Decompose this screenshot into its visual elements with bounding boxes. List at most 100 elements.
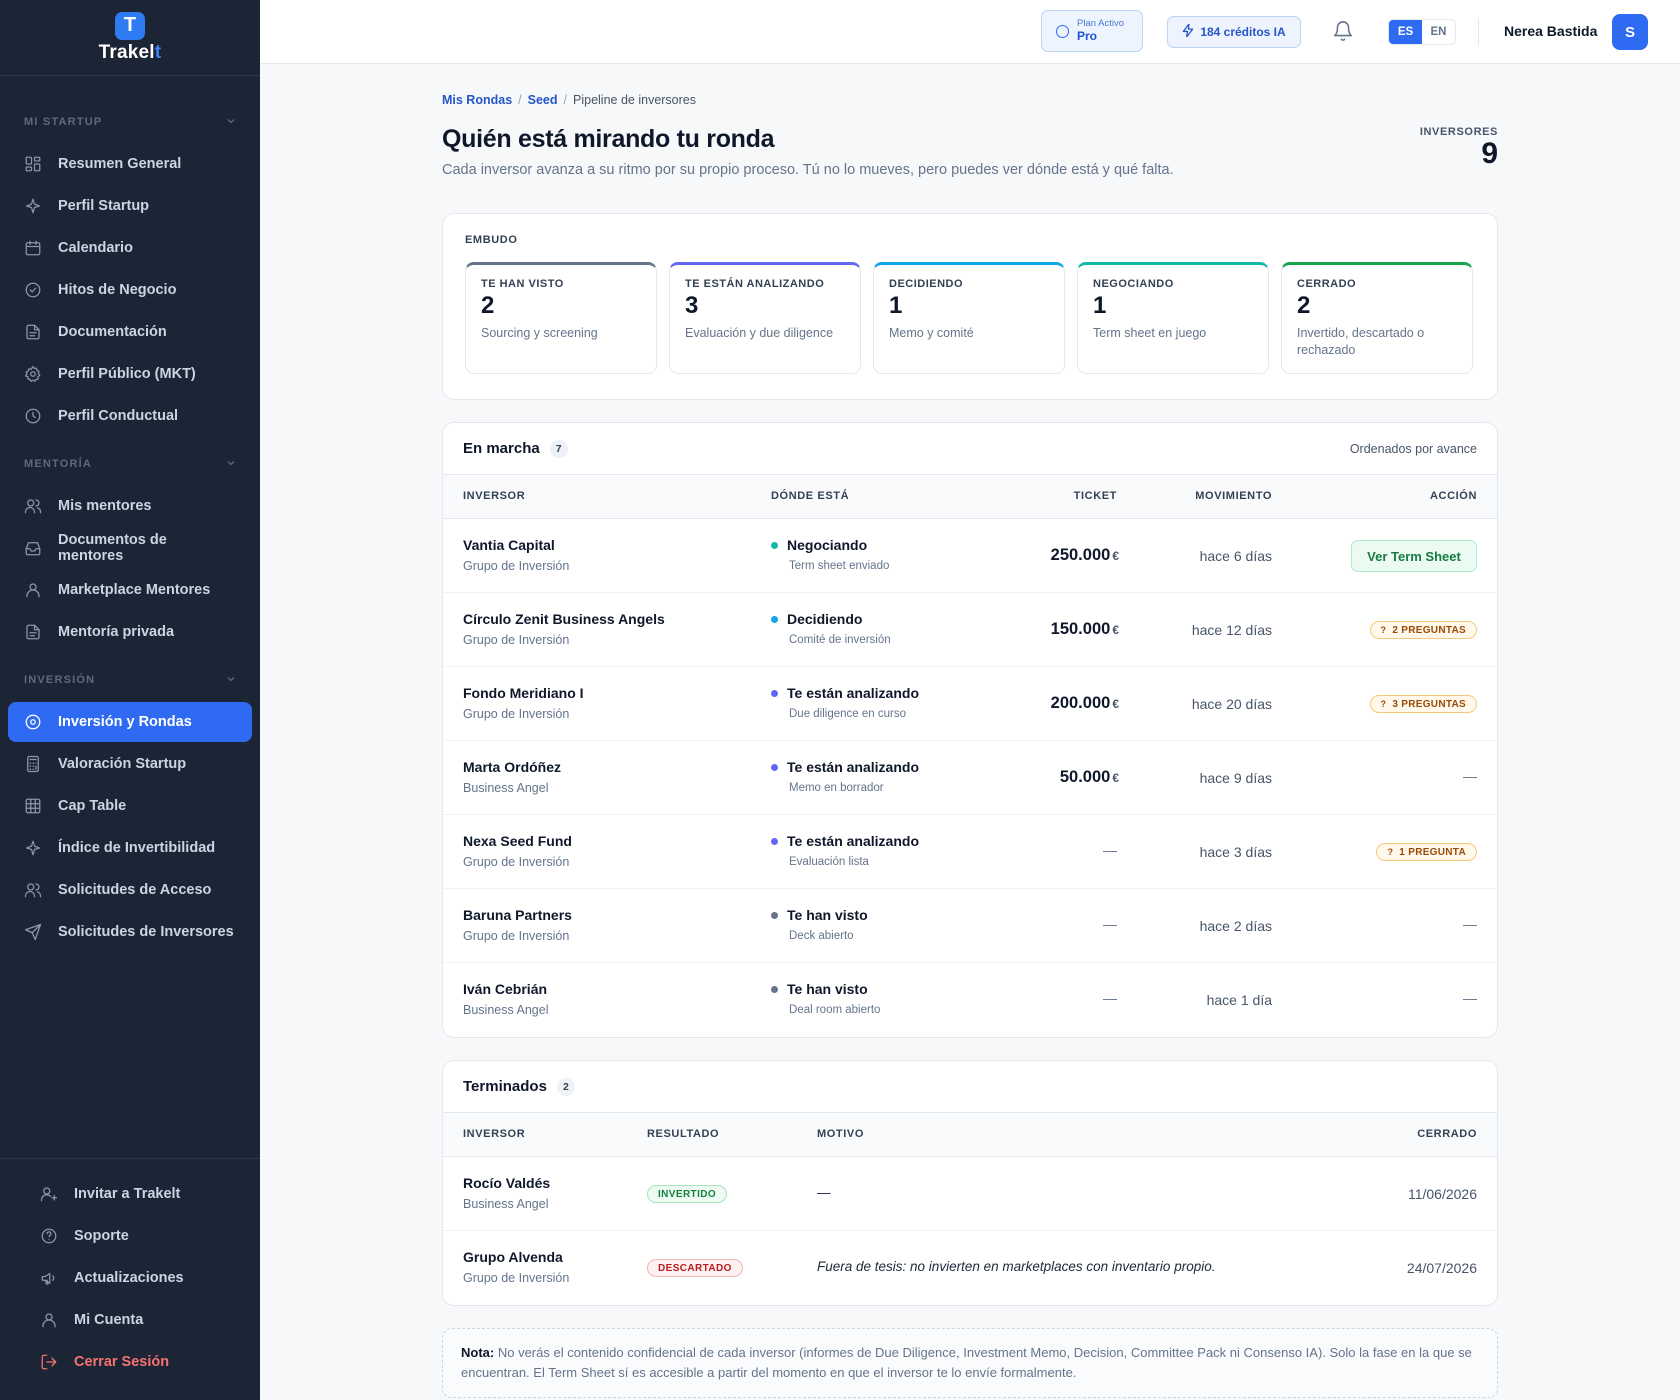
sort-note: Ordenados por avance [1349,441,1477,456]
active-header: En marcha 7 Ordenados por avance [443,423,1497,475]
sidebar-item-hitos-de-negocio[interactable]: Hitos de Negocio [8,270,252,310]
sidebar-item-inversion-y-rondas[interactable]: Inversión y Rondas [8,702,252,742]
col-movement: MOVIMIENTO [1195,490,1272,502]
stage-name: TE HAN VISTO [481,278,564,290]
breadcrumb-mis-rondas[interactable]: Mis Rondas [442,93,512,107]
user-name[interactable]: Nerea Bastida [1504,23,1597,39]
active-table-body: Vantia Capital Grupo de Inversión Negocian… [443,519,1497,1037]
sidebar-item-cerrar-sesion[interactable]: Cerrar Sesión [24,1341,236,1383]
questions-badge[interactable]: ? 3 PREGUNTAS [1369,695,1477,713]
sidebar-item-calendario[interactable]: Calendario [8,228,252,268]
investor-name[interactable]: Grupo Alvenda [463,1249,563,1265]
divider [1478,18,1479,46]
breadcrumb-sep: / [518,93,522,107]
lang-en-button[interactable]: EN [1422,20,1455,44]
sidebar-item-perfil-startup[interactable]: Perfil Startup [8,186,252,226]
ticket-empty: — [1103,990,1117,1006]
phase-dot [771,985,778,993]
user-plus-icon [40,1185,58,1203]
credits-pill[interactable]: 184 créditos IA [1167,16,1301,48]
sidebar-item-label: Mentoría privada [58,624,175,640]
phase: Negociando [771,537,867,553]
view-term-sheet-button[interactable]: Ver Term Sheet [1351,540,1477,572]
send-icon [24,923,42,941]
table-row[interactable]: Iván Cebrián Business Angel Te han visto De… [443,963,1497,1037]
col-action: ACCIÓN [1430,490,1477,502]
table-row[interactable]: Grupo Alvenda Grupo de Inversión DESCARTAD… [443,1231,1497,1305]
questions-badge[interactable]: ? 2 PREGUNTAS [1369,621,1477,639]
sidebar-item-indice-de-invertibilidad[interactable]: Índice de Invertibilidad [8,828,252,868]
avatar[interactable]: S [1612,14,1648,50]
sidebar-item-cap-table[interactable]: Cap Table [8,786,252,826]
sidebar-item-actualizaciones[interactable]: Actualizaciones [24,1257,236,1299]
sidebar-nav: MI STARTUP Resumen General Perfil Startup C… [0,76,260,952]
investor-name[interactable]: Marta Ordóñez [463,759,561,775]
questions-label: 1 PREGUNTA [1399,846,1466,858]
sidebar-item-mentoria-privada[interactable]: Mentoría privada [8,612,252,652]
phase-label: Te han visto [787,981,868,997]
users-icon [24,881,42,899]
table-row[interactable]: Círculo Zenit Business Angels Grupo de In… [443,593,1497,667]
bell-icon[interactable] [1332,20,1354,42]
plan-pill[interactable]: Plan Activo Pro [1041,10,1143,52]
finished-title: Terminados [463,1078,547,1095]
sidebar-item-label: Documentos de mentores [58,532,167,564]
sidebar-item-mis-mentores[interactable]: Mis mentores [8,486,252,526]
sidebar-section-mi-startup[interactable]: MI STARTUP [0,112,260,132]
table-row[interactable]: Rocío Valdés Business Angel INVERTIDO — 11/0… [443,1157,1497,1231]
sidebar-item-solicitudes-de-acceso[interactable]: Solicitudes de Acceso [8,870,252,910]
sidebar-item-documentos-de-mentores[interactable]: Documentos de mentores [8,528,252,568]
sidebar-item-label: Solicitudes de Inversores [58,924,234,940]
sidebar-item-mi-cuenta[interactable]: Mi Cuenta [24,1299,236,1341]
sidebar-item-marketplace-mentores[interactable]: Marketplace Mentores [8,570,252,610]
sidebar-item-label: Calendario [58,240,133,256]
sidebar-item-documentacion[interactable]: Documentación [8,312,252,352]
table-row[interactable]: Fondo Meridiano I Grupo de Inversión Te es… [443,667,1497,741]
table-row[interactable]: Vantia Capital Grupo de Inversión Negocian… [443,519,1497,593]
user-icon [24,581,42,599]
investor-name[interactable]: Círculo Zenit Business Angels [463,611,665,627]
bolt-icon [1182,23,1194,40]
logo[interactable]: T Trakelt [0,0,260,76]
question-icon: ? [1380,699,1387,709]
sidebar-item-solicitudes-de-inversores[interactable]: Solicitudes de Inversores [8,912,252,952]
last-movement: hace 12 días [1191,622,1272,638]
sidebar-item-perfil-publico-mkt[interactable]: Perfil Público (MKT) [8,354,252,394]
funnel-stage-te-han-visto: TE HAN VISTO 2 Sourcing y screening [465,262,657,374]
investor-name[interactable]: Baruna Partners [463,907,572,923]
sidebar-item-label: Perfil Conductual [58,408,179,424]
investor-name[interactable]: Vantia Capital [463,537,555,553]
result-badge: INVERTIDO [647,1185,728,1203]
table-row[interactable]: Baruna Partners Grupo de Inversión Te han … [443,889,1497,963]
investor-type: Business Angel [463,781,549,795]
sidebar-item-label: Perfil Público (MKT) [58,366,196,382]
table-row[interactable]: Marta Ordóñez Business Angel Te están anal… [443,741,1497,815]
investor-name[interactable]: Iván Cebrián [463,981,547,997]
investor-type: Grupo de Inversión [463,559,570,573]
questions-badge[interactable]: ? 1 PREGUNTA [1376,843,1477,861]
sidebar-item-label: Invitar a Trakelt [74,1186,181,1202]
investor-name[interactable]: Fondo Meridiano I [463,685,584,701]
sidebar-item-resumen-general[interactable]: Resumen General [8,144,252,184]
sidebar-section-mentoria[interactable]: MENTORÍA [0,454,260,474]
ticket-currency: € [1112,697,1119,711]
sidebar-item-label: Cerrar Sesión [74,1354,170,1370]
closed-date: 11/06/2026 [1407,1186,1477,1202]
stage-name: TE ESTÁN ANALIZANDO [685,278,825,290]
sidebar-item-label: Marketplace Mentores [58,582,211,598]
table-row[interactable]: Nexa Seed Fund Grupo de Inversión Te están… [443,815,1497,889]
sidebar-item-perfil-conductual[interactable]: Perfil Conductual [8,396,252,436]
investor-name[interactable]: Nexa Seed Fund [463,833,572,849]
users-icon [24,497,42,515]
investor-name[interactable]: Rocío Valdés [463,1175,550,1191]
sidebar-item-invitar-a-trakelt[interactable]: Invitar a Trakelt [24,1173,236,1215]
ticket-value: 200.000 [1050,694,1111,712]
finished-count-chip: 2 [556,1077,575,1096]
sidebar-item-soporte[interactable]: Soporte [24,1215,236,1257]
ticket-amount: 250.000 € [1051,546,1119,565]
breadcrumb-seed[interactable]: Seed [528,93,558,107]
chevron-down-icon [226,116,236,129]
lang-es-button[interactable]: ES [1389,20,1422,44]
sidebar-section-inversion[interactable]: INVERSIÓN [0,670,260,690]
sidebar-item-valoracion-startup[interactable]: Valoración Startup [8,744,252,784]
